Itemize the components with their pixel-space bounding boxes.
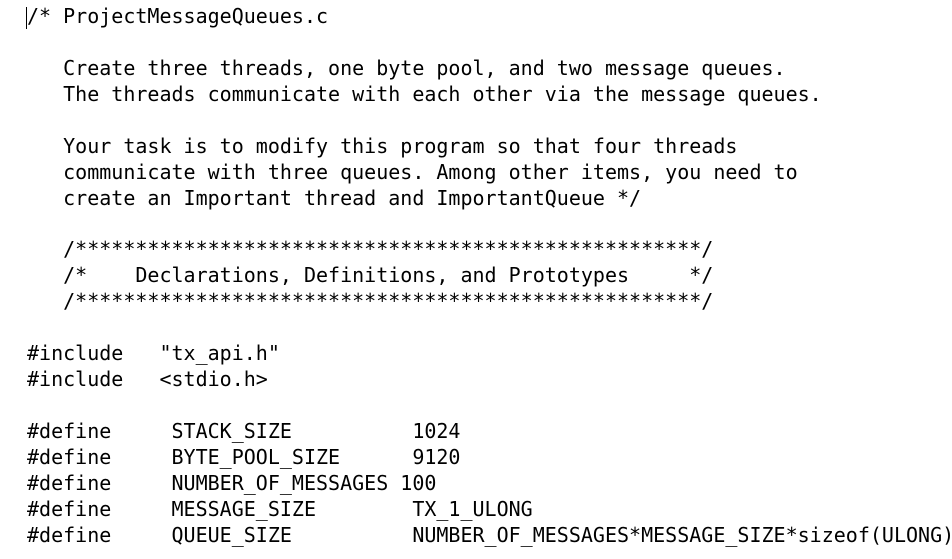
code-line: /* Declarations, Definitions, and Protot…	[27, 263, 714, 288]
code-line: #define STACK_SIZE 1024	[27, 419, 461, 443]
code-line: #define MESSAGE_SIZE TX_1_ULONG	[27, 496, 533, 521]
code-text-area[interactable]: /* ProjectMessageQueues.c Create three t…	[27, 4, 952, 549]
code-line: communicate with three queues. Among oth…	[27, 159, 798, 184]
code-line: /***************************************…	[27, 289, 714, 314]
code-line: create an Important thread and Important…	[27, 185, 642, 210]
code-editor[interactable]: /* ProjectMessageQueues.c Create three t…	[0, 0, 952, 559]
code-line: /* ProjectMessageQueues.c	[27, 4, 329, 28]
code-line: #define NUMBER_OF_MESSAGES 100	[27, 470, 437, 495]
code-line: #include "tx_api.h"	[27, 341, 280, 366]
code-line: #include <stdio.h>	[27, 367, 268, 392]
code-line: /***************************************…	[27, 237, 714, 262]
code-line: Create three threads, one byte pool, and…	[27, 55, 786, 80]
code-line: Your task is to modify this program so t…	[27, 133, 738, 158]
code-line: The threads communicate with each other …	[27, 81, 822, 106]
code-line: #define QUEUE_SIZE NUMBER_OF_MESSAGES*ME…	[27, 522, 952, 547]
code-line: #define BYTE_POOL_SIZE 9120	[27, 444, 461, 469]
